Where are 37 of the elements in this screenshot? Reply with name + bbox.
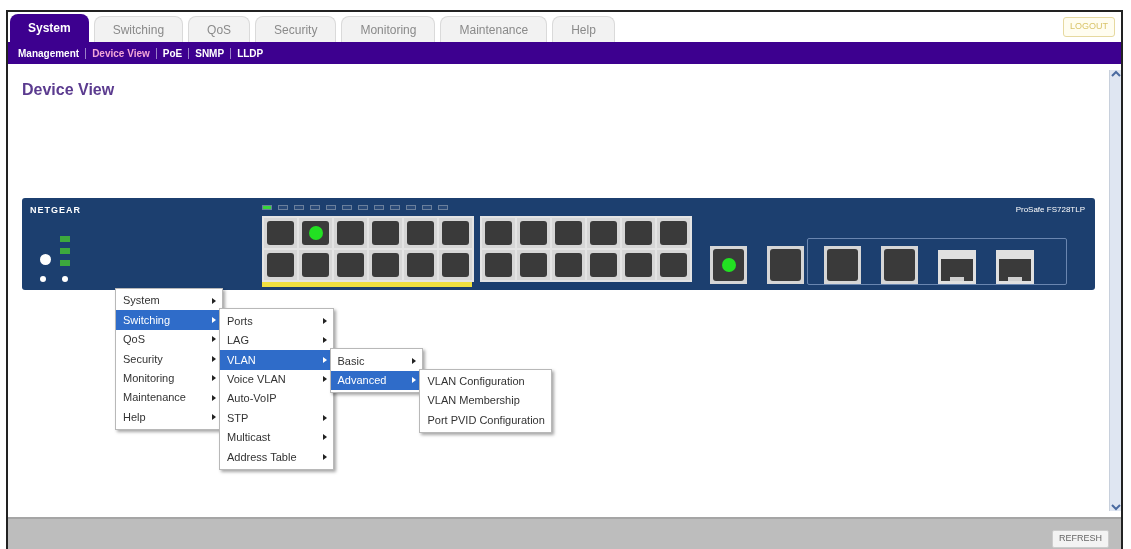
page-title: Device View [22, 80, 115, 100]
menu-item[interactable]: Voice VLAN [220, 369, 333, 389]
refresh-button[interactable]: REFRESH [1052, 530, 1109, 548]
subnav-link[interactable]: PoE [162, 45, 183, 61]
scrollbar[interactable] [1109, 70, 1121, 511]
scroll-down-icon[interactable] [1110, 503, 1121, 511]
subnav-link[interactable]: Management [18, 45, 80, 61]
subnav-link[interactable]: LLDP [237, 45, 264, 61]
scroll-up-icon[interactable] [1110, 70, 1121, 78]
subnav-link[interactable]: Device View [92, 45, 150, 61]
menu-item[interactable]: Basic [330, 351, 423, 371]
menu-item[interactable]: Port PVID Configuration [420, 410, 551, 430]
nav-tab[interactable]: System [10, 14, 89, 42]
submenu-arrow-icon [322, 434, 327, 441]
menu-item[interactable]: Multicast [220, 427, 333, 448]
menu-item[interactable]: Auto-VoIP [220, 388, 333, 409]
menu-item[interactable]: STP [220, 408, 333, 428]
subnav-link[interactable]: SNMP [195, 45, 225, 61]
submenu-arrow-icon [322, 356, 327, 363]
menu-item[interactable]: VLAN Configuration [420, 371, 551, 391]
menu-item[interactable]: Switching [116, 310, 222, 330]
submenu-arrow-icon [412, 357, 417, 364]
menu-item[interactable]: Ports [220, 311, 333, 331]
menu-item[interactable]: System [116, 291, 222, 311]
submenu-arrow-icon [322, 318, 327, 325]
menu-item[interactable]: LAG [220, 330, 333, 351]
submenu-arrow-icon [322, 376, 327, 383]
status-leds-drawing [40, 234, 70, 282]
menu-item[interactable]: Address Table [220, 447, 333, 467]
brand-logo: NETGEAR [30, 204, 81, 217]
submenu-arrow-icon [212, 297, 216, 304]
submenu-arrow-icon [322, 415, 327, 422]
menu-item[interactable]: VLAN Membership [420, 390, 551, 411]
model-label: ProSafe FS728TLP [1015, 204, 1085, 216]
submenu-arrow-icon [322, 453, 327, 460]
submenu-arrow-icon [322, 337, 327, 344]
menu-item[interactable]: VLAN [220, 350, 333, 370]
